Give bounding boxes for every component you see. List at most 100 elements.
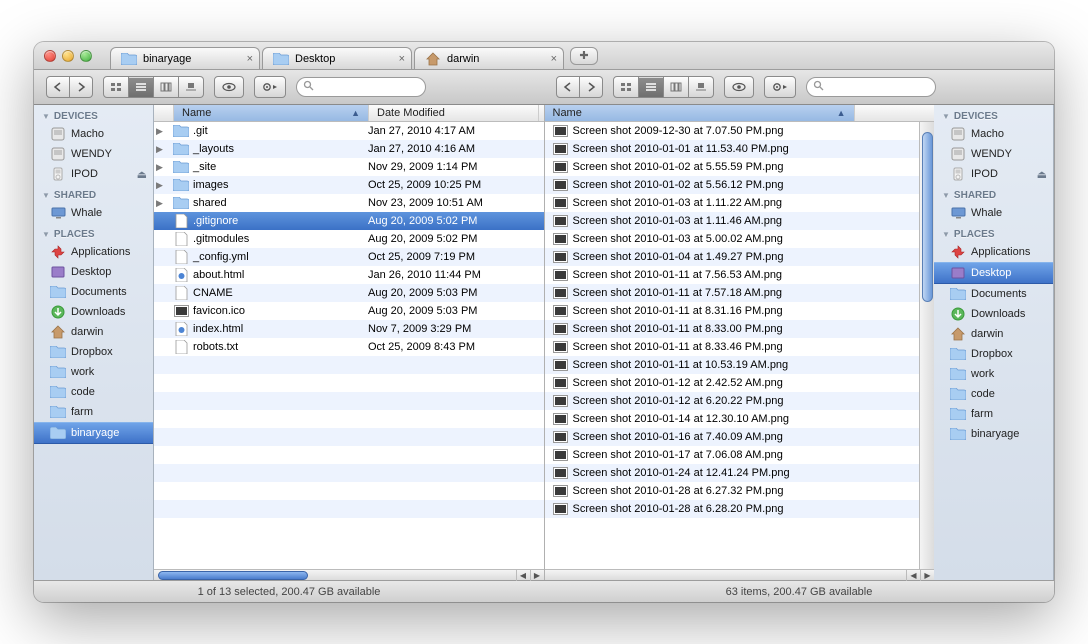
back-button[interactable] <box>46 76 70 98</box>
eject-icon[interactable]: ⏏ <box>137 168 147 181</box>
column-view-button[interactable] <box>664 76 689 98</box>
close-button[interactable] <box>44 50 56 62</box>
table-row[interactable]: Screen shot 2010-01-11 at 10.53.19 AM.pn… <box>545 356 920 374</box>
table-row[interactable]: Screen shot 2010-01-11 at 8.31.16 PM.png <box>545 302 920 320</box>
search-field[interactable] <box>806 77 936 97</box>
close-icon[interactable]: × <box>399 53 405 65</box>
disclosure-triangle[interactable]: ▶ <box>154 198 165 209</box>
zoom-button[interactable] <box>80 50 92 62</box>
table-row[interactable]: Screen shot 2010-01-11 at 8.33.46 PM.png <box>545 338 920 356</box>
table-row[interactable]: index.htmlNov 7, 2009 3:29 PM <box>154 320 544 338</box>
forward-button[interactable] <box>70 76 93 98</box>
disclosure-triangle[interactable]: ▶ <box>154 162 165 173</box>
table-row[interactable]: Screen shot 2010-01-12 at 6.20.22 PM.png <box>545 392 920 410</box>
table-row[interactable]: Screen shot 2010-01-12 at 2.42.52 AM.png <box>545 374 920 392</box>
sidebar-item[interactable]: darwin <box>934 324 1053 344</box>
sidebar-item[interactable]: IPOD⏏ <box>34 164 153 184</box>
scroll-right-button[interactable]: ▶ <box>530 570 544 581</box>
sidebar-section-header[interactable]: DEVICES <box>34 105 153 124</box>
table-row[interactable]: Screen shot 2010-01-04 at 1.49.27 PM.png <box>545 248 920 266</box>
column-header[interactable]: Name▲ <box>545 105 855 121</box>
table-row[interactable]: Screen shot 2010-01-02 at 5.56.12 PM.png <box>545 176 920 194</box>
coverflow-view-button[interactable] <box>689 76 714 98</box>
table-row[interactable]: Screen shot 2010-01-28 at 6.27.32 PM.png <box>545 482 920 500</box>
search-field[interactable] <box>296 77 426 97</box>
table-row[interactable]: ▶imagesOct 25, 2009 10:25 PM <box>154 176 544 194</box>
sidebar-item[interactable]: Documents <box>934 284 1053 304</box>
table-row[interactable]: ▶sharedNov 23, 2009 10:51 AM <box>154 194 544 212</box>
minimize-button[interactable] <box>62 50 74 62</box>
sidebar-item[interactable]: binaryage <box>934 424 1053 444</box>
sidebar-item[interactable]: Applications <box>34 242 153 262</box>
table-row[interactable]: robots.txtOct 25, 2009 8:43 PM <box>154 338 544 356</box>
column-header[interactable]: Name▲ <box>174 105 369 121</box>
table-row[interactable]: Screen shot 2010-01-16 at 7.40.09 AM.png <box>545 428 920 446</box>
action-button[interactable] <box>254 76 286 98</box>
sidebar-item[interactable]: Documents <box>34 282 153 302</box>
sidebar-section-header[interactable]: PLACES <box>34 223 153 242</box>
horizontal-scrollbar[interactable]: ◀▶ <box>545 569 935 580</box>
table-row[interactable]: Screen shot 2010-01-17 at 7.06.08 AM.png <box>545 446 920 464</box>
table-row[interactable]: ▶_layoutsJan 27, 2010 4:16 AM <box>154 140 544 158</box>
vertical-scrollbar[interactable] <box>919 122 934 569</box>
table-row[interactable]: Screen shot 2010-01-11 at 7.56.53 AM.png <box>545 266 920 284</box>
table-row[interactable]: about.htmlJan 26, 2010 11:44 PM <box>154 266 544 284</box>
table-row[interactable]: Screen shot 2010-01-28 at 6.28.20 PM.png <box>545 500 920 518</box>
table-row[interactable]: favicon.icoAug 20, 2009 5:03 PM <box>154 302 544 320</box>
sidebar-item[interactable]: IPOD⏏ <box>934 164 1053 184</box>
table-row[interactable]: ▶.gitJan 27, 2010 4:17 AM <box>154 122 544 140</box>
list-view-button[interactable] <box>639 76 664 98</box>
eject-icon[interactable]: ⏏ <box>1037 168 1047 181</box>
scroll-left-button[interactable]: ◀ <box>516 570 530 581</box>
list-view-button[interactable] <box>129 76 154 98</box>
tab[interactable]: Desktop× <box>262 47 412 69</box>
close-icon[interactable]: × <box>551 53 557 65</box>
icon-view-button[interactable] <box>103 76 129 98</box>
table-row[interactable]: Screen shot 2010-01-03 at 5.00.02 AM.png <box>545 230 920 248</box>
column-header[interactable]: Date Modified <box>369 105 539 121</box>
disclosure-triangle[interactable]: ▶ <box>154 180 165 191</box>
table-row[interactable]: Screen shot 2010-01-03 at 1.11.22 AM.png <box>545 194 920 212</box>
table-row[interactable]: _config.ymlOct 25, 2009 7:19 PM <box>154 248 544 266</box>
table-row[interactable]: CNAMEAug 20, 2009 5:03 PM <box>154 284 544 302</box>
table-row[interactable]: Screen shot 2010-01-11 at 8.33.00 PM.png <box>545 320 920 338</box>
sidebar-item[interactable]: Downloads <box>934 304 1053 324</box>
quicklook-button[interactable] <box>724 76 754 98</box>
table-row[interactable]: ▶_siteNov 29, 2009 1:14 PM <box>154 158 544 176</box>
sidebar-item[interactable]: Whale <box>934 203 1053 223</box>
sidebar-item[interactable]: work <box>934 364 1053 384</box>
sidebar-item[interactable]: binaryage <box>34 422 153 444</box>
sidebar-item[interactable]: Applications <box>934 242 1053 262</box>
sidebar-item[interactable]: Dropbox <box>934 344 1053 364</box>
table-row[interactable]: Screen shot 2010-01-03 at 1.11.46 AM.png <box>545 212 920 230</box>
sidebar-item[interactable]: WENDY <box>934 144 1053 164</box>
action-button[interactable] <box>764 76 796 98</box>
sidebar-section-header[interactable]: SHARED <box>34 184 153 203</box>
scrollbar-thumb[interactable] <box>922 132 933 302</box>
sidebar-item[interactable]: WENDY <box>34 144 153 164</box>
disclosure-triangle[interactable]: ▶ <box>154 144 165 155</box>
table-row[interactable]: .gitmodulesAug 20, 2009 5:02 PM <box>154 230 544 248</box>
scrollbar-thumb[interactable] <box>158 571 308 580</box>
table-row[interactable]: .gitignoreAug 20, 2009 5:02 PM <box>154 212 544 230</box>
scroll-right-button[interactable]: ▶ <box>920 570 934 581</box>
table-row[interactable]: Screen shot 2010-01-01 at 11.53.40 PM.pn… <box>545 140 920 158</box>
sidebar-section-header[interactable]: DEVICES <box>934 105 1053 124</box>
sidebar-item[interactable]: Macho <box>34 124 153 144</box>
sidebar-item[interactable]: farm <box>934 404 1053 424</box>
sidebar-item[interactable]: farm <box>34 402 153 422</box>
table-row[interactable]: Screen shot 2010-01-11 at 7.57.18 AM.png <box>545 284 920 302</box>
sidebar-item[interactable]: darwin <box>34 322 153 342</box>
sidebar-item[interactable]: Dropbox <box>34 342 153 362</box>
tab[interactable]: darwin× <box>414 47 564 69</box>
back-button[interactable] <box>556 76 580 98</box>
sidebar-item[interactable]: Whale <box>34 203 153 223</box>
sidebar-section-header[interactable]: SHARED <box>934 184 1053 203</box>
tab[interactable]: binaryage× <box>110 47 260 69</box>
table-row[interactable]: Screen shot 2010-01-02 at 5.55.59 PM.png <box>545 158 920 176</box>
close-icon[interactable]: × <box>247 53 253 65</box>
sidebar-item[interactable]: code <box>34 382 153 402</box>
table-row[interactable]: Screen shot 2010-01-24 at 12.41.24 PM.pn… <box>545 464 920 482</box>
table-row[interactable]: Screen shot 2010-01-14 at 12.30.10 AM.pn… <box>545 410 920 428</box>
sidebar-item[interactable]: Downloads <box>34 302 153 322</box>
